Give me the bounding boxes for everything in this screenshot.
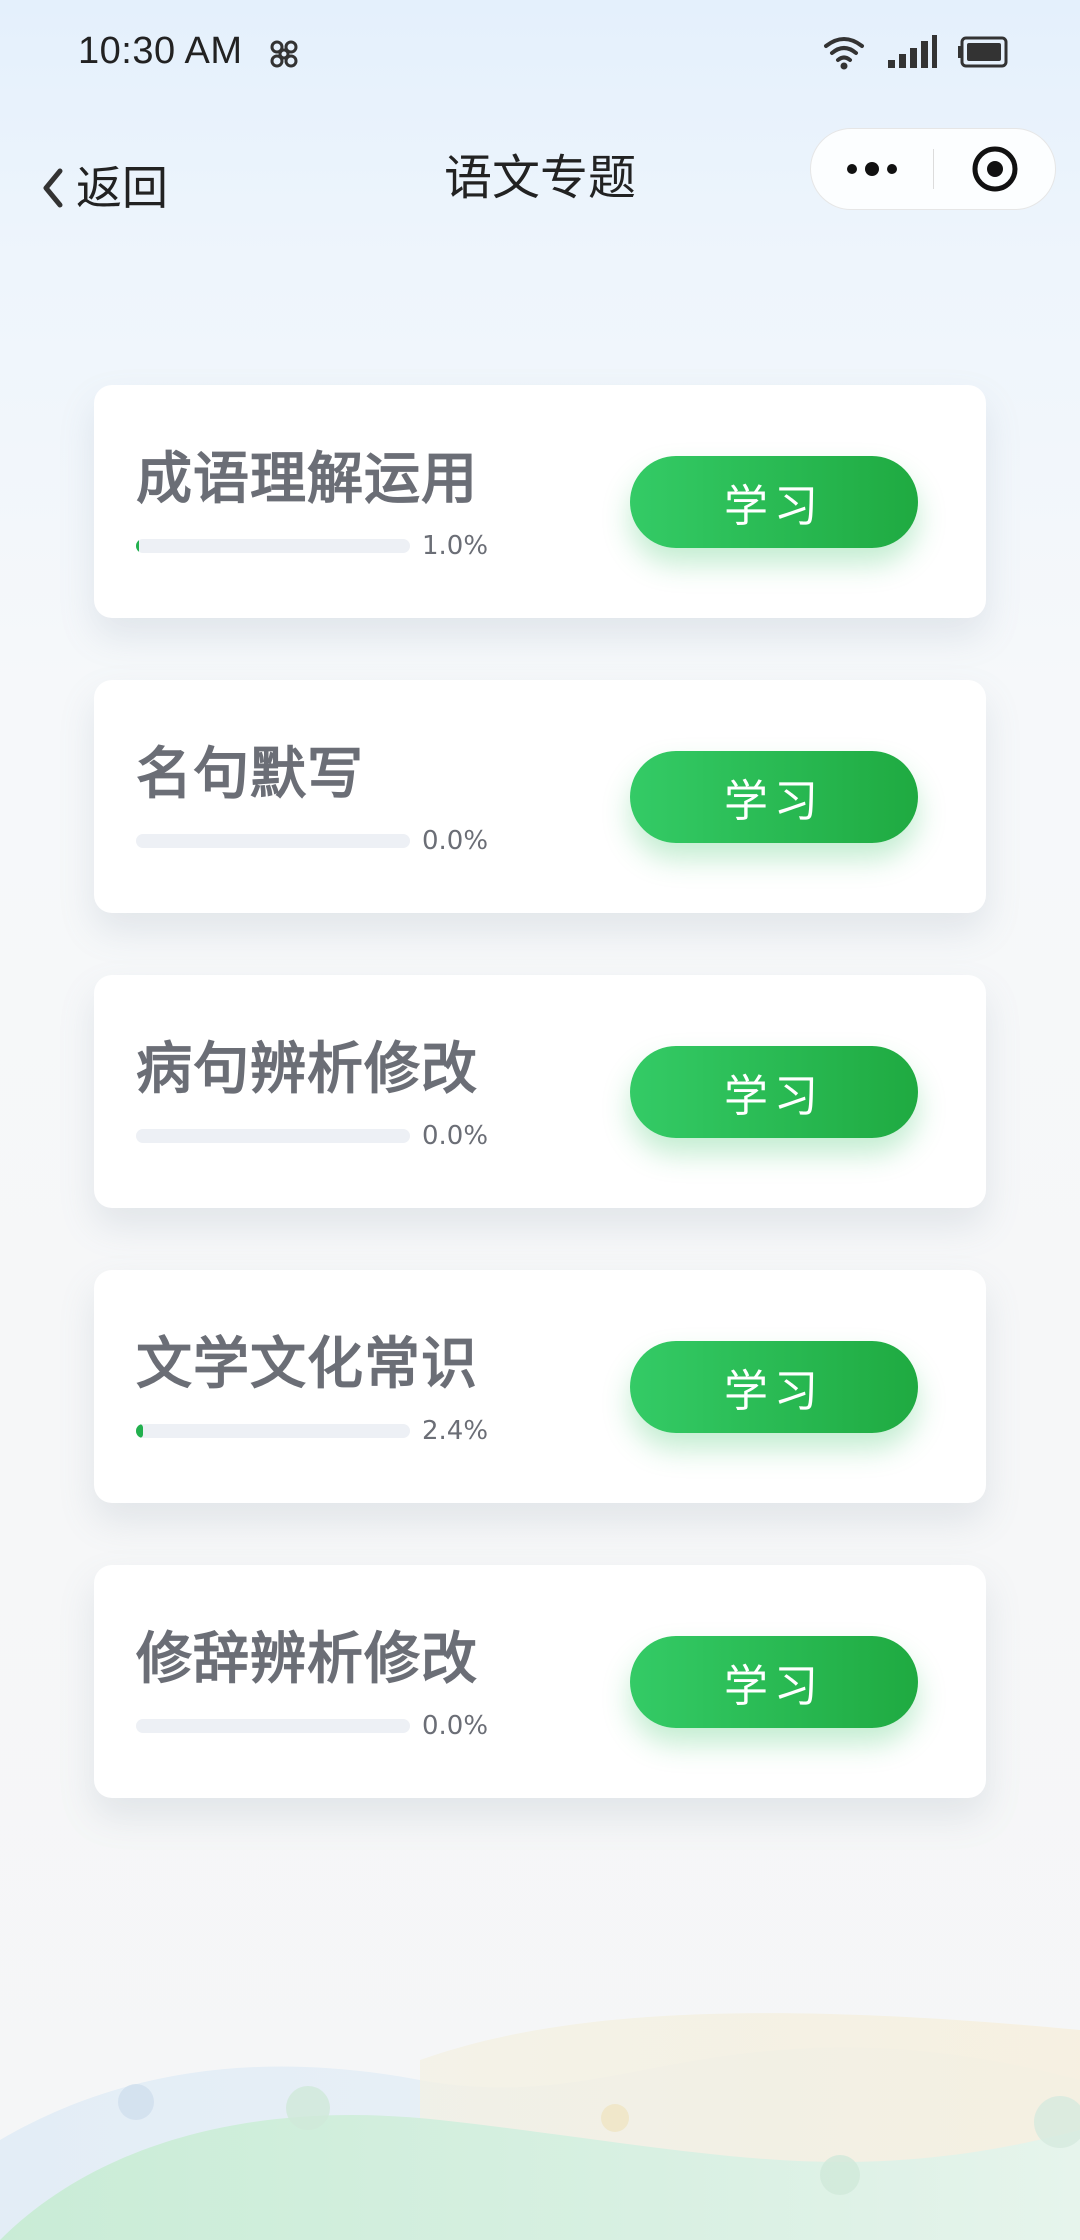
nav-bar: 返回 语文专题 [0, 110, 1080, 240]
progress-percent: 1.0% [422, 531, 489, 561]
study-button[interactable]: 学习 [630, 1341, 918, 1433]
topic-card: 文学文化常识 2.4% 学习 [94, 1270, 986, 1503]
topic-card: 成语理解运用 1.0% 学习 [94, 385, 986, 618]
topic-name: 成语理解运用 [136, 446, 478, 512]
mini-program-capsule [810, 128, 1056, 210]
status-bar: 10:30 AM [0, 0, 1080, 110]
progress-bar [136, 539, 410, 553]
progress-bar [136, 1424, 410, 1438]
progress-bar [136, 1719, 410, 1733]
progress-percent: 0.0% [422, 826, 489, 856]
progress-bar [136, 1129, 410, 1143]
topic-name: 修辞辨析修改 [136, 1626, 478, 1692]
topic-list: 成语理解运用 1.0% 学习 名句默写 0.0% 学习 病句辨析修改 0.0% … [94, 385, 986, 1860]
topic-card: 病句辨析修改 0.0% 学习 [94, 975, 986, 1208]
close-button[interactable] [934, 129, 1056, 209]
topic-card: 修辞辨析修改 0.0% 学习 [94, 1565, 986, 1798]
more-dots-icon [847, 162, 897, 176]
topic-name: 名句默写 [136, 741, 364, 807]
status-time: 10:30 AM [78, 30, 243, 72]
wifi-icon [824, 37, 864, 70]
progress-fill [136, 539, 139, 553]
study-button[interactable]: 学习 [630, 1636, 918, 1728]
progress-fill [136, 1424, 143, 1438]
close-target-icon [972, 146, 1018, 192]
progress-bar [136, 834, 410, 848]
more-button[interactable] [811, 129, 933, 209]
topic-card: 名句默写 0.0% 学习 [94, 680, 986, 913]
progress-percent: 2.4% [422, 1416, 489, 1446]
study-button[interactable]: 学习 [630, 751, 918, 843]
study-button[interactable]: 学习 [630, 456, 918, 548]
topic-name: 文学文化常识 [136, 1331, 478, 1397]
topic-name: 病句辨析修改 [136, 1036, 478, 1102]
decorative-wave-background [0, 2013, 1080, 2240]
progress-percent: 0.0% [422, 1711, 489, 1741]
battery-icon [958, 36, 1008, 68]
status-icons [822, 34, 1012, 70]
signal-icon [888, 35, 937, 68]
progress-percent: 0.0% [422, 1121, 489, 1151]
study-button[interactable]: 学习 [630, 1046, 918, 1138]
knot-icon [270, 40, 298, 68]
